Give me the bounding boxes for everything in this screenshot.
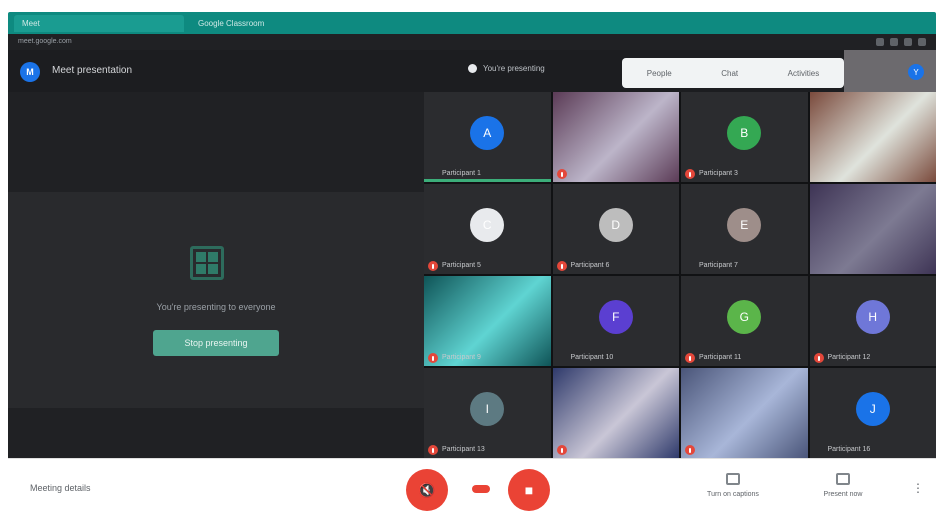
captions-label: Turn on captions — [707, 491, 759, 498]
logo-letter: M — [26, 67, 34, 77]
mic-off-icon[interactable]: 🔇 — [406, 469, 448, 511]
participant-name: Participant 1 — [442, 170, 481, 177]
meeting-details-button[interactable]: Meeting details — [30, 483, 91, 493]
mic-muted-icon — [685, 169, 695, 179]
participant-video — [552, 92, 679, 182]
tab-label: Meet — [22, 19, 40, 28]
participant-tile[interactable]: E Participant 7 — [681, 184, 808, 274]
participant-tile[interactable]: A Participant 1 — [424, 92, 551, 182]
present-screen-icon — [190, 246, 224, 280]
participant-tile[interactable]: F Participant 10 — [552, 276, 679, 366]
self-avatar: Y — [908, 64, 924, 80]
participant-tile[interactable]: Participant 9 — [424, 276, 551, 366]
people-button[interactable]: People — [647, 69, 672, 78]
hang-up-button[interactable] — [472, 485, 490, 493]
mic-muted-icon — [428, 445, 438, 455]
participant-tile[interactable]: I Participant 13 — [424, 368, 551, 458]
participant-grid: A Participant 1 B Participant 3 C Participant… — [424, 92, 936, 458]
mic-muted-icon — [813, 353, 824, 363]
participant-name: Participant 5 — [442, 262, 481, 269]
participant-video — [424, 276, 551, 366]
participant-name: Participant 6 — [570, 262, 610, 269]
tab-label: Google Classroom — [198, 19, 265, 28]
self-initial: Y — [913, 67, 919, 77]
self-view-thumbnail[interactable]: Y — [844, 50, 936, 92]
meet-logo-icon: M — [20, 62, 40, 82]
participant-tile[interactable]: H Participant 12 — [809, 276, 936, 366]
participant-video — [809, 184, 936, 274]
participant-video — [809, 92, 936, 182]
extension-icon[interactable] — [876, 38, 884, 46]
meet-header: M Meet presentation You're presenting Pe… — [8, 50, 936, 92]
participant-tile[interactable]: G Participant 11 — [681, 276, 808, 366]
mic-muted-icon — [556, 261, 567, 271]
participant-tile[interactable]: B Participant 3 — [681, 92, 808, 182]
browser-tab-strip: Meet Google Classroom — [8, 12, 936, 34]
participant-avatar: J — [855, 392, 890, 427]
participant-video — [681, 368, 808, 458]
participant-name: Participant 3 — [699, 170, 738, 177]
mic-muted-icon — [685, 445, 695, 455]
mic-muted-icon — [556, 169, 567, 179]
participant-name: Participant 16 — [827, 446, 871, 453]
participant-tile[interactable] — [809, 184, 936, 274]
participant-avatar: H — [855, 300, 890, 335]
participant-video — [552, 368, 679, 458]
more-options-icon[interactable]: ⋮ — [912, 481, 924, 495]
presenting-indicator: You're presenting — [468, 64, 545, 73]
present-icon — [836, 473, 850, 485]
extension-icons — [876, 38, 926, 46]
participant-avatar: D — [598, 208, 633, 243]
browser-tab-meet[interactable]: Meet — [14, 15, 184, 32]
participant-name: Participant 7 — [699, 262, 738, 269]
extension-icon[interactable] — [890, 38, 898, 46]
mic-muted-icon — [428, 261, 438, 271]
participant-name: Participant 13 — [442, 446, 485, 453]
participant-name: Participant 12 — [827, 354, 871, 361]
participant-tile[interactable] — [809, 92, 936, 182]
participant-avatar: I — [470, 392, 505, 427]
url-text: meet.google.com — [18, 38, 72, 45]
captions-button[interactable]: Turn on captions — [698, 471, 768, 507]
address-bar[interactable]: meet.google.com — [8, 34, 936, 50]
chat-button[interactable]: Chat — [721, 69, 738, 78]
stop-presenting-button[interactable]: Stop presenting — [153, 330, 279, 356]
participant-tile[interactable] — [681, 368, 808, 458]
browser-tab-classroom[interactable]: Google Classroom — [190, 15, 290, 32]
participant-tile[interactable]: D Participant 6 — [552, 184, 679, 274]
participant-tile[interactable] — [552, 92, 679, 182]
presenting-message: You're presenting to everyone — [156, 302, 276, 312]
participant-avatar: F — [598, 300, 633, 335]
presenting-dot-icon — [468, 64, 477, 73]
present-now-button[interactable]: Present now — [808, 471, 878, 507]
extension-icon[interactable] — [918, 38, 926, 46]
header-tools-panel: People Chat Activities — [622, 58, 844, 88]
mic-muted-icon — [685, 353, 695, 363]
activities-button[interactable]: Activities — [788, 69, 820, 78]
presentation-area: You're presenting to everyone Stop prese… — [8, 92, 424, 458]
participant-avatar: A — [470, 116, 505, 151]
participant-name: Participant 10 — [570, 354, 614, 361]
present-now-label: Present now — [823, 491, 863, 498]
mic-muted-icon — [428, 353, 438, 363]
mic-muted-icon — [556, 445, 567, 455]
camera-off-icon[interactable]: ■ — [508, 469, 550, 511]
participant-tile[interactable]: C Participant 5 — [424, 184, 551, 274]
meeting-title: Meet presentation — [52, 65, 133, 76]
participant-tile[interactable]: J Participant 16 — [809, 368, 936, 458]
presenting-card: You're presenting to everyone Stop prese… — [8, 192, 424, 408]
participant-name: Participant 9 — [442, 354, 481, 361]
extension-icon[interactable] — [904, 38, 912, 46]
participant-tile[interactable] — [552, 368, 679, 458]
participant-avatar: C — [470, 208, 505, 243]
participant-avatar: B — [727, 116, 762, 151]
captions-icon — [726, 473, 740, 485]
call-controls-bar: Meeting details 🔇 ■ Turn on captions Pre… — [8, 458, 936, 519]
meet-window: M Meet presentation You're presenting Pe… — [8, 50, 936, 458]
participant-avatar: G — [727, 300, 762, 335]
browser-tab-other[interactable] — [296, 15, 346, 32]
participant-name: Participant 11 — [699, 354, 742, 361]
participant-avatar: E — [727, 208, 762, 243]
presenting-text: You're presenting — [483, 64, 545, 73]
